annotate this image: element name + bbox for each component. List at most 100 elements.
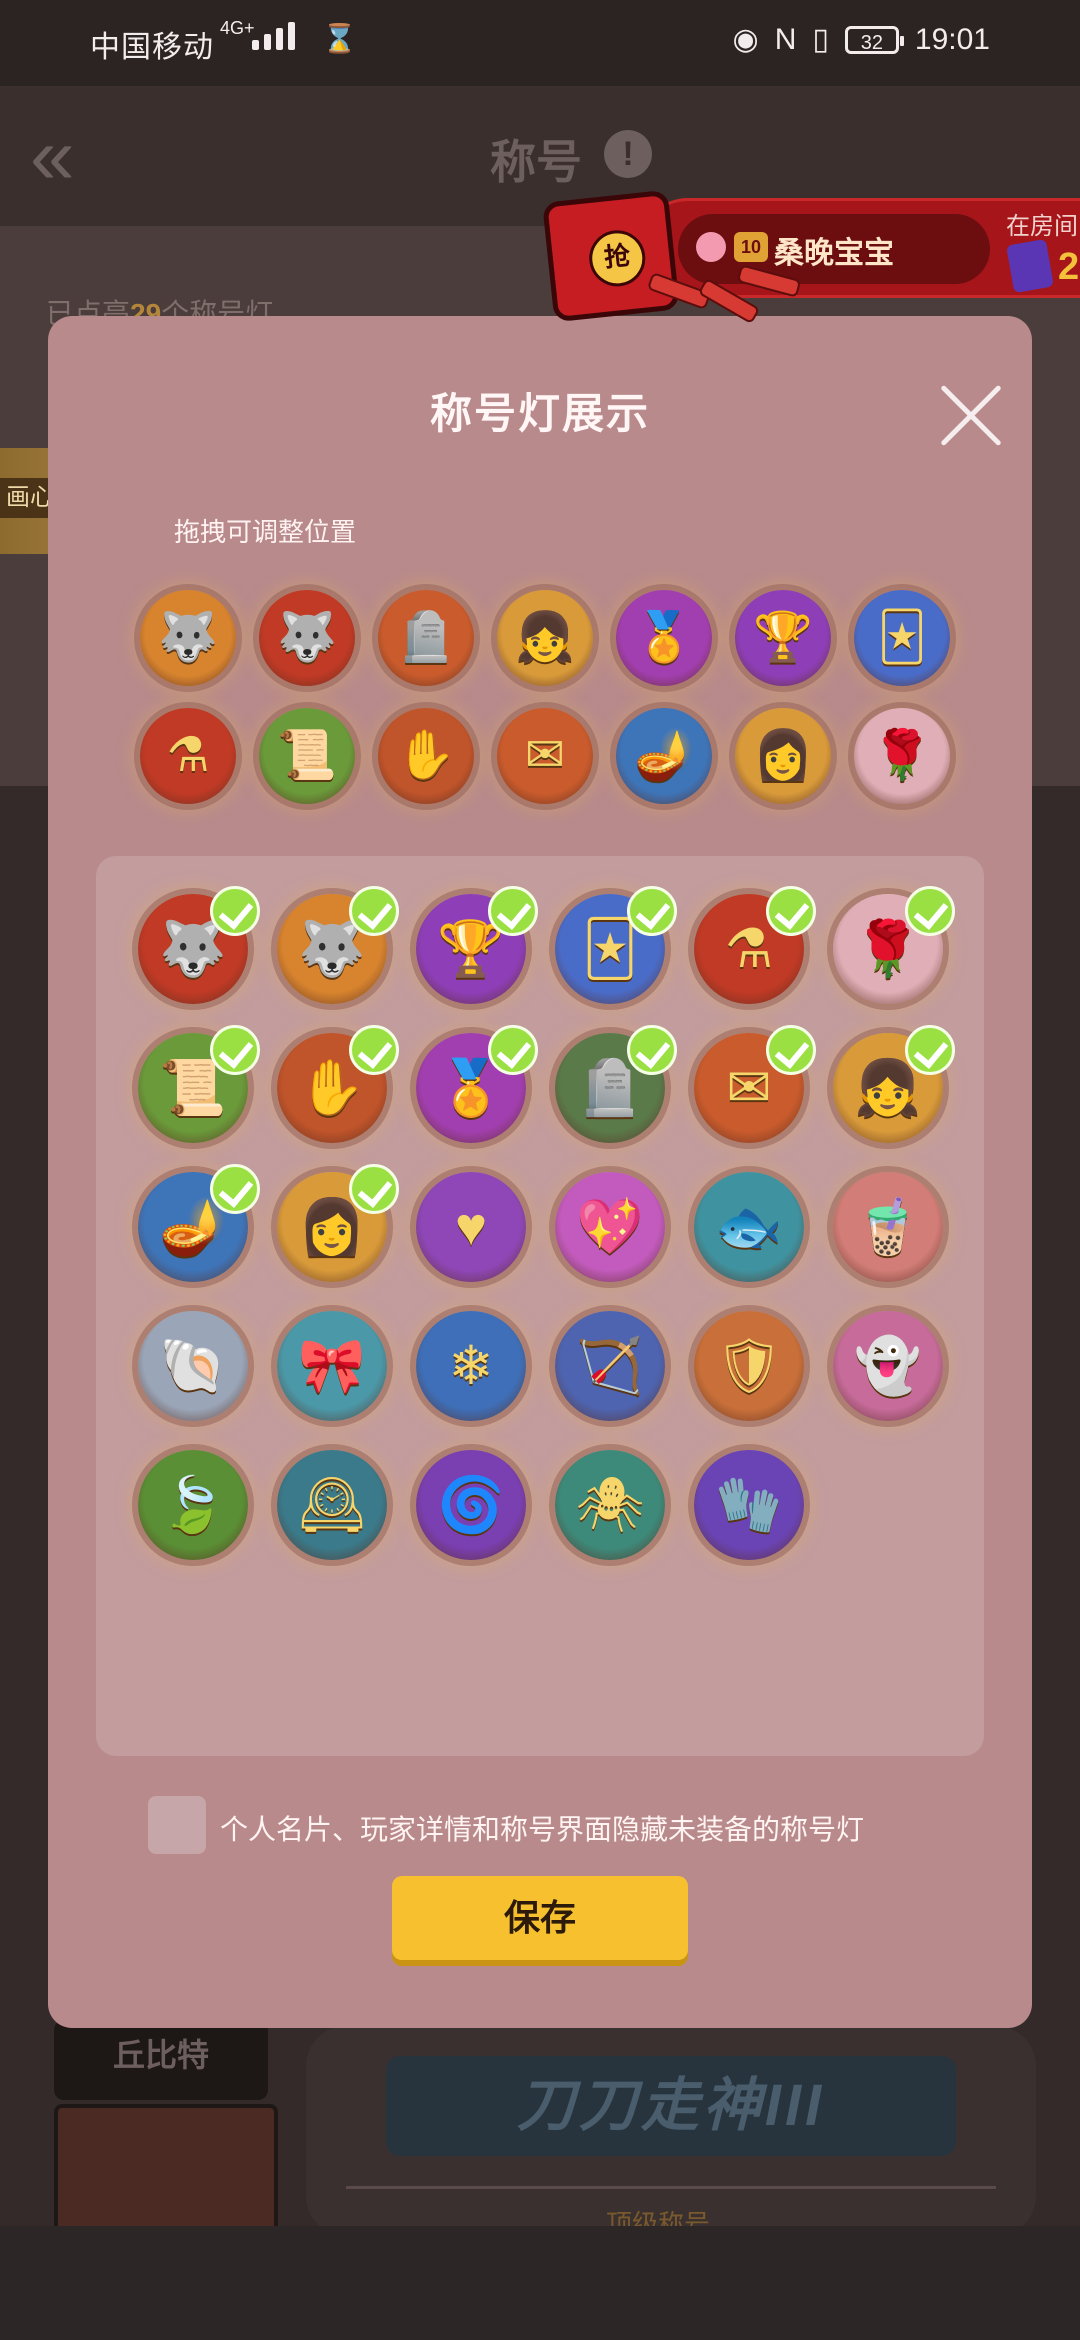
badge-glyph: ✋ — [396, 729, 456, 782]
equipped-check-icon — [627, 886, 677, 936]
badge-glyph: 🪔 — [159, 1197, 227, 1257]
user-name: 桑晚宝宝 — [774, 237, 894, 270]
badge-glyph: 📜 — [159, 1058, 227, 1118]
fish-icon[interactable]: 🐟 — [694, 1172, 804, 1282]
badge-glyph: 🐺 — [158, 611, 218, 664]
equipped-check-icon — [905, 886, 955, 936]
badge-glyph: 👩 — [298, 1197, 366, 1257]
status-bar: 中国移动 4G+ ⌛ ◉ N ▯ 32 19:01 — [0, 0, 1080, 86]
badge-glyph: ✉ — [524, 729, 566, 782]
packet-count: 2 — [1058, 246, 1080, 288]
badge-glyph: 🌹 — [872, 729, 932, 782]
werewolf-gray-icon[interactable]: 🐺 — [140, 590, 236, 686]
red-heart-icon[interactable]: ♥ — [416, 1172, 526, 1282]
spider-legs-icon[interactable]: 🕷 — [555, 1450, 665, 1560]
golden-hand-icon[interactable]: ✋ — [378, 708, 474, 804]
modal-title: 称号灯展示 — [429, 390, 650, 437]
equipped-check-icon — [349, 1164, 399, 1214]
badge-glyph: 🪔 — [634, 729, 694, 782]
badge-glyph: 🏅 — [634, 611, 694, 664]
shield-sword-icon[interactable]: 🛡 — [694, 1311, 804, 1421]
level-badge: 10 — [734, 232, 768, 262]
doll-girl-icon[interactable]: 👧 — [497, 590, 593, 686]
ghost-fan-icon[interactable]: 👻 — [833, 1311, 943, 1421]
scroll-icon[interactable]: 📜 — [259, 708, 355, 804]
network-type: 4G+ — [220, 18, 255, 38]
equipped-check-icon — [488, 886, 538, 936]
badge-glyph: 🌹 — [854, 919, 922, 979]
equipped-check-icon — [627, 1025, 677, 1075]
equipped-check-icon — [210, 1164, 260, 1214]
grab-button[interactable]: 抢 — [586, 227, 649, 290]
badge-glyph: ⚗ — [724, 919, 774, 979]
badge-glyph: 🛡 — [714, 1336, 784, 1396]
badge-glyph: 🧤 — [715, 1475, 783, 1535]
crossbow-icon[interactable]: 🏹 — [555, 1311, 665, 1421]
red-packet-banner[interactable]: 10 桑晚宝宝 在房间 2 抢 — [542, 189, 1080, 325]
vibrate-icon: ▯ — [812, 23, 829, 56]
medal-icon[interactable]: 🏅 — [616, 590, 712, 686]
badge-glyph: ❄ — [448, 1336, 494, 1396]
badge-glyph: 🐚 — [159, 1336, 227, 1396]
back-button[interactable]: « — [30, 116, 75, 196]
badge-glyph: 🧋 — [854, 1197, 922, 1257]
equipped-check-icon — [349, 1025, 399, 1075]
card-icon — [1006, 238, 1054, 294]
save-button[interactable]: 保存 — [392, 1876, 688, 1960]
nfc-icon: N — [774, 22, 797, 56]
bow-ribbon-icon[interactable]: 🎀 — [277, 1311, 387, 1421]
badge-glyph: 🃏 — [582, 919, 638, 979]
magic-lamp-icon[interactable]: 🪔 — [616, 708, 712, 804]
hide-unequipped-option[interactable]: 个人名片、玩家详情和称号界面隐藏未装备的称号灯 — [148, 1796, 988, 1856]
carrier-label: 中国移动 — [90, 31, 214, 64]
badge-glyph: 🎀 — [298, 1336, 366, 1396]
title-card-cupid[interactable]: 丘比特 — [54, 2020, 268, 2100]
battery-icon: 32 — [844, 25, 904, 54]
badge-glyph: 🍃 — [159, 1475, 227, 1535]
heart-icon — [696, 232, 726, 262]
equipped-check-icon — [210, 1025, 260, 1075]
werewolf-gold-icon[interactable]: 🐺 — [259, 590, 355, 686]
shell-fan-icon[interactable]: 🐚 — [138, 1311, 248, 1421]
top-title-card[interactable]: 刀刀走神III 顶级称号 — [306, 2026, 1036, 2239]
signal-icon — [252, 22, 295, 50]
gloved-hand-icon[interactable]: 🧤 — [694, 1450, 804, 1560]
love-heart-banner-icon[interactable]: 💖 — [555, 1172, 665, 1282]
trophy-cup-icon[interactable]: 🏆 — [735, 590, 831, 686]
clock-icon[interactable]: 🕰 — [277, 1450, 387, 1560]
badge-glyph: 🐟 — [715, 1197, 783, 1257]
green-leaf-icon[interactable]: 🍃 — [138, 1450, 248, 1560]
tombstone-icon[interactable]: 🪦 — [378, 590, 474, 686]
playing-cards-icon[interactable]: 🃏 — [854, 590, 950, 686]
equipped-check-icon — [488, 1025, 538, 1075]
badge-glyph: 👧 — [854, 1058, 922, 1118]
cracked-ice-icon[interactable]: ❄ — [416, 1311, 526, 1421]
equipped-check-icon — [766, 886, 816, 936]
badge-glyph: 👩 — [753, 729, 813, 782]
portrait-icon[interactable]: 👩 — [735, 708, 831, 804]
close-icon[interactable] — [936, 380, 1006, 450]
purple-swirl-icon[interactable]: 🌀 — [416, 1450, 526, 1560]
bottom-strip — [0, 2226, 1080, 2340]
badge-glyph: 🪦 — [396, 611, 456, 664]
equipped-check-icon — [349, 886, 399, 936]
badge-glyph: 🕷 — [575, 1475, 645, 1535]
badge-glyph: ♥ — [454, 1197, 488, 1257]
title-light-modal: 称号灯展示 拖拽可调整位置 🐺 🐺 🪦 👧 🏅 🏆 🃏 ⚗ 📜 ✋ ✉ 🪔 👩 🌹 🐺 🐺 🏆 🃏 ⚗ 🌹 📜 ✋ 🏅 🪦 ✉… — [48, 316, 1032, 2028]
red-envelope-icon[interactable]: 抢 — [542, 189, 680, 323]
white-rose-icon[interactable]: 🌹 — [854, 708, 950, 804]
badge-glyph: 📜 — [277, 729, 337, 782]
room-label: 在房间 — [1006, 213, 1078, 240]
badge-glyph: 🃏 — [877, 611, 927, 664]
love-letter-icon[interactable]: ✉ — [497, 708, 593, 804]
potion-bottles-icon[interactable]: ⚗ — [140, 708, 236, 804]
hide-unequipped-label: 个人名片、玩家详情和称号界面隐藏未装备的称号灯 — [220, 1814, 865, 1845]
portrait-thumbnail[interactable] — [54, 2104, 278, 2242]
badge-glyph: 👧 — [515, 611, 575, 664]
badge-glyph: ⚗ — [166, 729, 210, 782]
badge-glyph: ✋ — [298, 1058, 366, 1118]
bubble-tea-icon[interactable]: 🧋 — [833, 1172, 943, 1282]
info-icon[interactable]: ! — [604, 130, 652, 178]
badge-glyph: 🐺 — [277, 611, 337, 664]
hide-unequipped-checkbox[interactable] — [148, 1796, 206, 1854]
